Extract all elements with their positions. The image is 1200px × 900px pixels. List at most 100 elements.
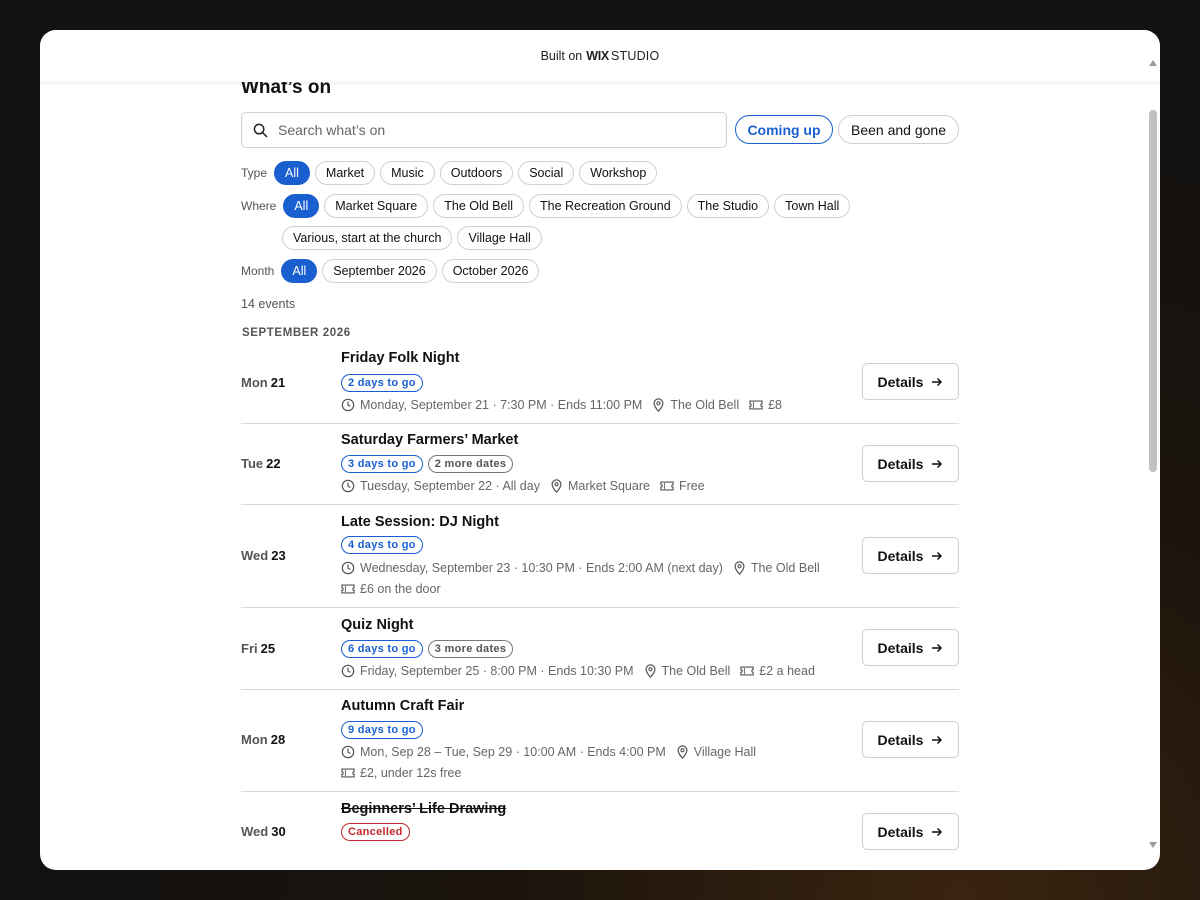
event-title[interactable]: Friday Folk Night [341,350,459,366]
arrow-right-icon [932,735,943,744]
countdown-badge: 6 days to go [341,640,423,658]
scroll-up-arrow-icon[interactable] [1149,60,1157,66]
arrow-right-icon [932,377,943,386]
event-when: Mon, Sep 28 – Tue, Sep 29 · 10:00 AM · E… [360,745,666,759]
event-row: Fri 25 Quiz Night 6 days to go 3 more dat… [241,608,959,690]
event-date: Wed 23 [241,548,286,563]
search-input[interactable] [276,121,700,139]
arrow-right-icon [932,827,943,836]
event-meta: Tuesday, September 22 · All day Market S… [341,479,705,493]
where-chip-market-square[interactable]: Market Square [324,194,429,218]
clock-icon [341,398,355,412]
countdown-badge: 4 days to go [341,536,423,554]
event-date: Fri 25 [241,641,276,656]
event-when: Tuesday, September 22 · All day [360,479,540,493]
countdown-badge: 2 days to go [341,374,423,392]
type-chip-workshop[interactable]: Workshop [579,161,658,185]
event-price: £6 on the door [360,582,441,596]
where-chip-the-old-bell[interactable]: The Old Bell [433,194,525,218]
location-pin-icon [551,479,562,493]
event-price: £2 a head [759,664,815,678]
event-meta-price: £2, under 12s free [341,766,461,780]
arrow-right-icon [932,459,943,468]
event-date: Mon 28 [241,732,286,747]
more-dates-badge[interactable]: 2 more dates [427,455,514,473]
where-filter-label: Where [241,199,277,213]
ticket-icon [660,481,674,491]
event-meta: Mon, Sep 28 – Tue, Sep 29 · 10:00 AM · E… [341,745,756,759]
been-and-gone-button[interactable]: Been and gone [838,115,959,144]
month-filter-label: Month [241,264,275,278]
type-chip-music[interactable]: Music [380,161,435,185]
event-row: Tue 22 Saturday Farmers’ Market 3 days to… [241,424,959,505]
coming-up-button[interactable]: Coming up [735,115,833,144]
event-date: Mon 21 [241,375,286,390]
month-chip-all[interactable]: All [281,259,318,283]
details-button[interactable]: Details [862,537,959,574]
event-badges: Cancelled [341,823,415,841]
event-where: Village Hall [693,745,757,759]
event-date: Tue 22 [241,456,281,471]
month-chip-september-2026[interactable]: September 2026 [322,259,437,283]
type-chip-market[interactable]: Market [314,161,376,185]
event-price: £8 [768,398,783,412]
type-chip-all[interactable]: All [274,161,310,185]
search-icon [253,123,268,137]
event-title[interactable]: Saturday Farmers’ Market [341,432,518,448]
event-where: Market Square [567,479,650,493]
more-dates-badge[interactable]: 3 more dates [427,640,514,658]
details-button[interactable]: Details [862,363,959,400]
countdown-badge: 9 days to go [341,721,423,739]
event-count: 14 events [241,297,296,311]
event-meta: Wednesday, September 23 · 10:30 PM · End… [341,561,820,575]
clock-icon [341,479,355,493]
built-on-text: Built on [540,49,583,63]
event-row: Mon 21 Friday Folk Night 2 days to go Mon… [241,342,959,424]
details-button[interactable]: Details [862,813,959,850]
scrollbar-thumb[interactable] [1149,110,1157,472]
countdown-badge: 3 days to go [341,455,423,473]
event-title[interactable]: Beginners’ Life Drawing [341,801,506,817]
wix-banner[interactable]: Built on WIX STUDIO [40,30,1160,82]
event-title[interactable]: Autumn Craft Fair [341,698,464,714]
search-box[interactable] [241,112,727,148]
event-when: Friday, September 25 · 8:00 PM · Ends 10… [360,664,634,678]
month-chip-october-2026[interactable]: October 2026 [441,259,540,283]
event-title[interactable]: Late Session: DJ Night [341,514,499,530]
event-row: Wed 23 Late Session: DJ Night 4 days to g… [241,505,959,608]
location-pin-icon [677,745,688,759]
where-chip-the-studio[interactable]: The Studio [686,194,770,218]
event-when: Wednesday, September 23 · 10:30 PM · End… [360,561,723,575]
ticket-icon [341,768,355,778]
event-badges: 6 days to go 3 more dates [341,640,518,658]
type-chip-social[interactable]: Social [518,161,575,185]
event-where: The Old Bell [750,561,820,575]
where-chip-town-hall[interactable]: Town Hall [774,194,851,218]
vertical-scrollbar[interactable] [1146,56,1160,848]
browser-window: Built on WIX STUDIO What’s on Coming up … [40,30,1160,870]
where-chip-various-church[interactable]: Various, start at the church [282,226,453,250]
clock-icon [341,561,355,575]
cancelled-badge: Cancelled [341,823,410,841]
where-chip-all[interactable]: All [283,194,320,218]
event-row: Wed 30 Beginners’ Life Drawing Cancelled … [241,792,959,870]
event-badges: 3 days to go 2 more dates [341,455,518,473]
event-where: The Old Bell [661,664,731,678]
event-title[interactable]: Quiz Night [341,617,414,633]
month-header: SEPTEMBER 2026 [242,327,351,339]
where-chip-village-hall[interactable]: Village Hall [457,226,542,250]
month-filter-row: Month All September 2026 October 2026 [241,259,544,283]
scroll-down-arrow-icon[interactable] [1149,842,1157,848]
ticket-icon [740,666,754,676]
event-meta-price: £6 on the door [341,582,441,596]
location-pin-icon [734,561,745,575]
where-chip-recreation-ground[interactable]: The Recreation Ground [529,194,682,218]
details-button[interactable]: Details [862,629,959,666]
details-button[interactable]: Details [862,721,959,758]
arrow-right-icon [932,551,943,560]
event-row: Mon 28 Autumn Craft Fair 9 days to go Mon… [241,690,959,792]
details-button[interactable]: Details [862,445,959,482]
type-chip-outdoors[interactable]: Outdoors [439,161,514,185]
event-meta: Monday, September 21 · 7:30 PM · Ends 11… [341,398,782,412]
event-badges: 2 days to go [341,374,428,392]
